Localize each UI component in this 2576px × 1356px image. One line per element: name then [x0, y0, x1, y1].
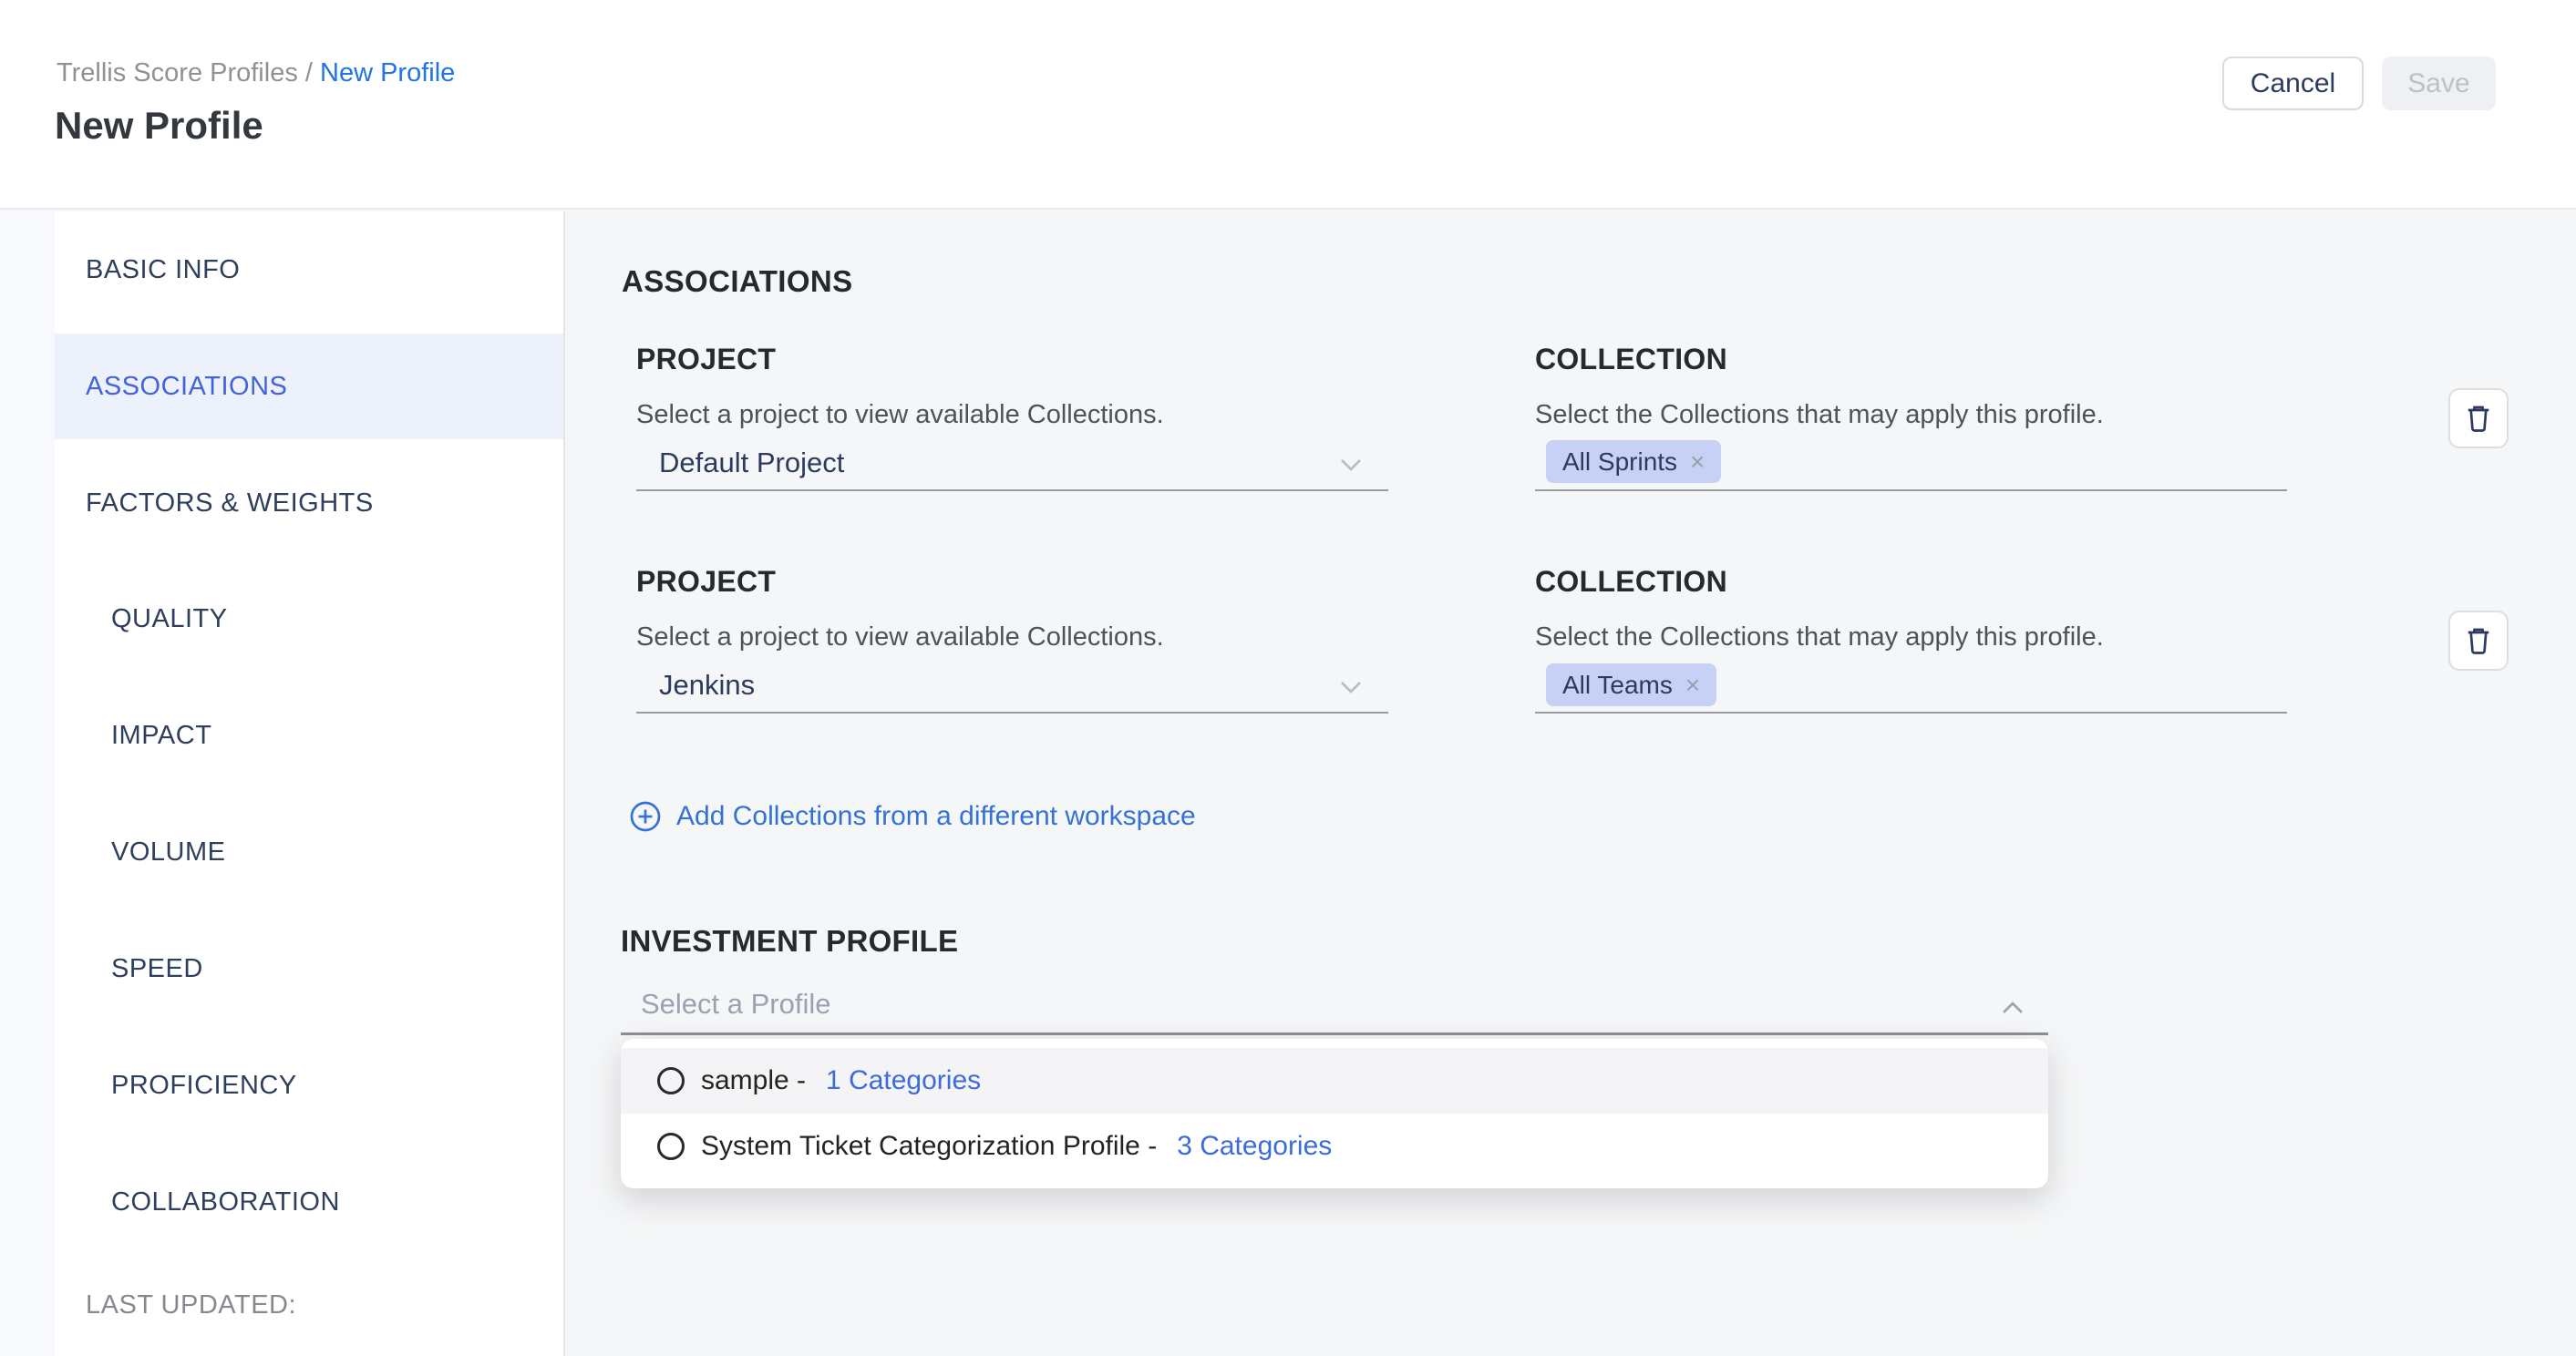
project-label-2: PROJECT — [636, 565, 776, 599]
project-select-value-1: Default Project — [659, 447, 844, 479]
investment-profile-dropdown: sample - 1 Categories System Ticket Cate… — [621, 1039, 2048, 1188]
chevron-down-icon — [1333, 447, 1369, 483]
sidebar-item-proficiency[interactable]: PROFICIENCY — [55, 1032, 563, 1138]
sidebar-item-associations[interactable]: ASSOCIATIONS — [55, 334, 563, 439]
plus-circle-icon — [627, 798, 664, 835]
collection-chip-all-teams: All Teams × — [1546, 663, 1716, 706]
profile-option-name: sample - — [701, 1065, 806, 1096]
collection-helper-2: Select the Collections that may apply th… — [1535, 622, 2104, 652]
sidebar-item-volume[interactable]: VOLUME — [55, 799, 563, 905]
app-root: Trellis Score Profiles / New Profile New… — [0, 0, 2576, 1356]
trash-icon — [2462, 402, 2495, 435]
collection-label-1: COLLECTION — [1535, 343, 1727, 376]
add-collections-link[interactable]: Add Collections from a different workspa… — [627, 798, 1196, 835]
project-select-value-2: Jenkins — [659, 669, 755, 702]
collection-helper-1: Select the Collections that may apply th… — [1535, 400, 2104, 430]
project-helper-2: Select a project to view available Colle… — [636, 622, 1164, 652]
sidebar-item-factors-weights[interactable]: FACTORS & WEIGHTS — [55, 450, 563, 556]
sidebar-nav: BASIC INFO ASSOCIATIONS FACTORS & WEIGHT… — [55, 211, 565, 1356]
radio-icon — [657, 1067, 685, 1094]
associations-panel: ASSOCIATIONS PROJECT Select a project to… — [567, 211, 2576, 1356]
breadcrumb-parent[interactable]: Trellis Score Profiles — [57, 58, 298, 87]
cancel-button[interactable]: Cancel — [2222, 56, 2364, 110]
investment-profile-underline — [621, 1032, 2048, 1035]
sidebar-item-last-updated: LAST UPDATED: — [55, 1252, 563, 1356]
profile-option-categories-link[interactable]: 3 Categories — [1177, 1131, 1332, 1162]
delete-association-button-1[interactable] — [2448, 388, 2509, 448]
add-collections-link-label: Add Collections from a different workspa… — [676, 801, 1196, 832]
profile-option-categories-link[interactable]: 1 Categories — [826, 1065, 981, 1096]
breadcrumb-current[interactable]: New Profile — [320, 58, 455, 87]
breadcrumb-separator: / — [298, 58, 320, 87]
left-rail — [0, 211, 55, 1356]
chevron-up-icon — [1994, 990, 2031, 1026]
sidebar-item-quality[interactable]: QUALITY — [55, 566, 563, 672]
collection-underline-1 — [1535, 489, 2287, 491]
sidebar-item-impact[interactable]: IMPACT — [55, 683, 563, 788]
chevron-down-icon — [1333, 669, 1369, 705]
sidebar-item-basic-info[interactable]: BASIC INFO — [55, 217, 563, 323]
profile-option-sample[interactable]: sample - 1 Categories — [621, 1048, 2048, 1114]
sidebar-item-collaboration[interactable]: COLLABORATION — [55, 1149, 563, 1255]
profile-option-name: System Ticket Categorization Profile - — [701, 1131, 1157, 1162]
delete-association-button-2[interactable] — [2448, 611, 2509, 671]
investment-profile-label: INVESTMENT PROFILE — [621, 924, 958, 959]
chip-label: All Sprints — [1562, 447, 1677, 477]
collection-chip-all-sprints: All Sprints × — [1546, 440, 1721, 483]
save-button[interactable]: Save — [2382, 56, 2496, 110]
header-actions: Cancel Save — [2222, 56, 2496, 110]
collection-underline-2 — [1535, 712, 2287, 714]
page-title: New Profile — [55, 104, 263, 148]
chip-remove-icon[interactable]: × — [1690, 447, 1705, 477]
project-select-underline-1 — [636, 489, 1388, 491]
project-helper-1: Select a project to view available Colle… — [636, 400, 1164, 430]
chip-label: All Teams — [1562, 671, 1673, 700]
collection-label-2: COLLECTION — [1535, 565, 1727, 599]
sidebar-item-speed[interactable]: SPEED — [55, 916, 563, 1022]
radio-icon — [657, 1133, 685, 1160]
chip-remove-icon[interactable]: × — [1685, 671, 1700, 700]
investment-profile-placeholder: Select a Profile — [641, 988, 831, 1021]
section-title: ASSOCIATIONS — [622, 264, 853, 299]
page-header: Trellis Score Profiles / New Profile New… — [0, 0, 2576, 210]
trash-icon — [2462, 624, 2495, 657]
project-select-underline-2 — [636, 712, 1388, 714]
profile-option-system-ticket[interactable]: System Ticket Categorization Profile - 3… — [621, 1114, 2048, 1179]
project-label-1: PROJECT — [636, 343, 776, 376]
breadcrumb: Trellis Score Profiles / New Profile — [57, 56, 455, 89]
